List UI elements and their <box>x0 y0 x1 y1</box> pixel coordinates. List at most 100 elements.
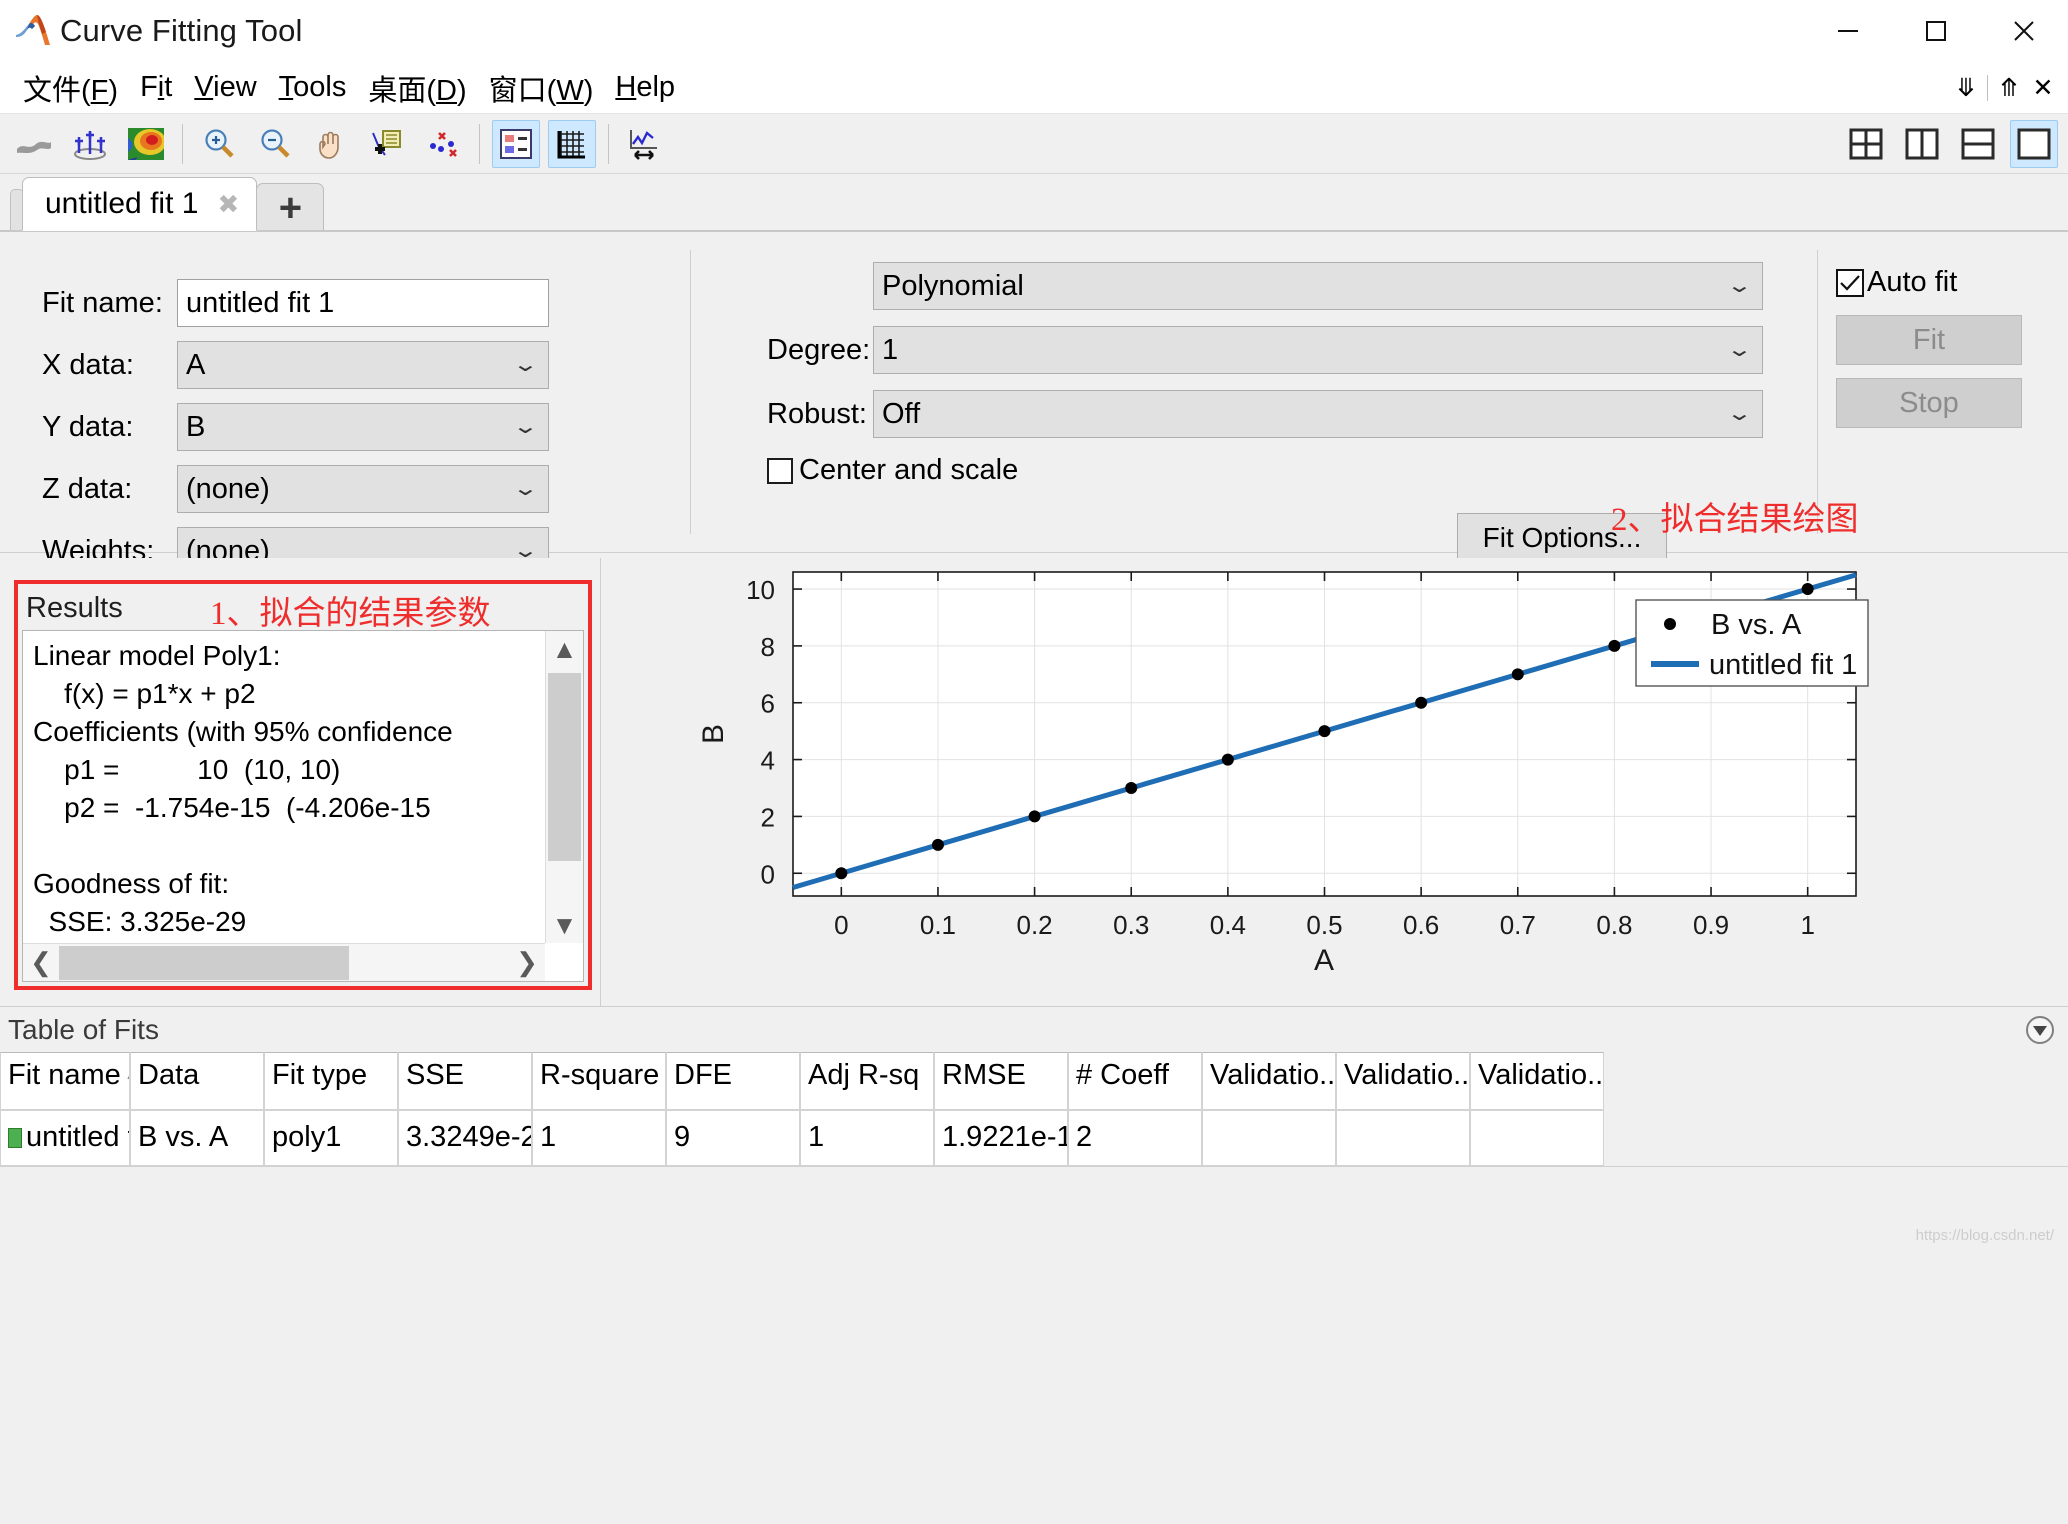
table-cell[interactable]: 1.9221e-15 <box>934 1110 1068 1166</box>
horizontal-scroll-thumb[interactable] <box>59 945 349 980</box>
table-cell[interactable]: poly1 <box>264 1110 398 1166</box>
table-column-header[interactable]: Validatio... <box>1202 1052 1336 1110</box>
zoom-out-icon[interactable] <box>251 120 299 168</box>
chevron-right-icon[interactable]: ❯ <box>509 947 545 978</box>
x-data-select[interactable]: A ⌄ <box>177 341 549 389</box>
fit-type-select[interactable]: Polynomial ⌄ <box>873 262 1763 310</box>
add-fit-tab-button[interactable]: + <box>256 183 325 231</box>
table-cell[interactable] <box>1336 1110 1470 1166</box>
table-of-fits-header: Table of Fits <box>0 1006 2068 1052</box>
fit-button[interactable]: Fit <box>1836 315 2022 365</box>
center-and-scale-checkbox[interactable] <box>767 457 793 484</box>
menu-item-window[interactable]: 窗口(W) <box>478 67 605 109</box>
layout-two-rows-icon[interactable] <box>1954 120 2002 168</box>
contour-plot-icon[interactable] <box>122 120 170 168</box>
x-tick-label: 0.4 <box>1210 910 1246 940</box>
chevron-down-icon[interactable]: ▼ <box>546 907 583 943</box>
table-column-header[interactable]: Validatio... <box>1336 1052 1470 1110</box>
data-cursor-icon[interactable] <box>363 120 411 168</box>
x-data-label: X data: <box>42 348 134 381</box>
table-cell[interactable]: 1 <box>800 1110 934 1166</box>
auto-fit-row[interactable]: Auto fit <box>1836 266 2068 299</box>
minimize-dock-icon[interactable]: ⤋ <box>1949 62 1983 114</box>
table-of-fits: Fit name▲DataFit typeSSER-squareDFEAdj R… <box>0 1052 2068 1166</box>
pan-icon[interactable] <box>307 120 355 168</box>
menu-item-view[interactable]: View <box>183 71 267 104</box>
table-body: untitled f... B vs. A poly1 3.3249e-29 1 9 1 1.… <box>0 1110 2068 1166</box>
results-textarea[interactable]: Linear model Poly1: f(x) = p1*x + p2 Coe… <box>22 630 584 982</box>
fit-name-input[interactable]: untitled fit 1 <box>177 279 549 327</box>
table-column-header[interactable]: R-square <box>532 1052 666 1110</box>
table-cell[interactable]: untitled f... <box>0 1110 130 1166</box>
toolbar <box>0 114 2068 174</box>
table-cell[interactable]: 9 <box>666 1110 800 1166</box>
residuals-plot-icon[interactable] <box>66 120 114 168</box>
robust-select[interactable]: Off ⌄ <box>873 390 1763 438</box>
collapse-down-icon[interactable] <box>2024 1014 2056 1046</box>
table-column-header[interactable]: SSE <box>398 1052 532 1110</box>
table-cell[interactable]: B vs. A <box>130 1110 264 1166</box>
table-cell[interactable]: 3.3249e-29 <box>398 1110 532 1166</box>
table-cell[interactable]: 1 <box>532 1110 666 1166</box>
layout-grid-2x2-icon[interactable] <box>1842 120 1890 168</box>
table-column-header[interactable]: Fit type <box>264 1052 398 1110</box>
menu-item-file[interactable]: 文件(F) <box>12 67 129 109</box>
table-column-header[interactable]: Validatio... <box>1470 1052 1604 1110</box>
close-icon[interactable] <box>1980 0 2068 62</box>
x-tick-label: 0.6 <box>1403 910 1439 940</box>
fit-tab-strip: untitled fit 1 ✖ + <box>0 174 2068 232</box>
table-cell[interactable] <box>1470 1110 1604 1166</box>
data-point <box>1511 668 1524 681</box>
menu-bar: 文件(F) Fit View Tools 桌面(D) 窗口(W) Help ⤋ … <box>0 62 2068 114</box>
watermark-text: https://blog.csdn.net/ <box>1915 1227 2054 1244</box>
maximize-icon[interactable] <box>1892 0 1980 62</box>
chevron-up-icon[interactable]: ▲ <box>546 631 583 667</box>
menu-item-tools[interactable]: Tools <box>268 71 358 104</box>
center-and-scale-row[interactable]: Center and scale <box>767 454 1817 487</box>
menu-item-fit[interactable]: Fit <box>129 71 183 104</box>
z-data-select[interactable]: (none) ⌄ <box>177 465 549 513</box>
table-column-header[interactable]: Adj R-sq <box>800 1052 934 1110</box>
results-annotation-text: 1、拟合的结果参数 <box>210 596 491 632</box>
status-footer: https://blog.csdn.net/ <box>0 1166 2068 1252</box>
table-cell-text: poly1 <box>272 1121 342 1153</box>
table-column-header[interactable]: # Coeff <box>1068 1052 1202 1110</box>
layout-two-columns-icon[interactable] <box>1898 120 1946 168</box>
x-tick-label: 0.5 <box>1306 910 1342 940</box>
zoom-in-icon[interactable] <box>195 120 243 168</box>
layout-single-icon[interactable] <box>2010 120 2058 168</box>
fit-plot-panel[interactable]: 2、拟合结果绘图 0 0.1 0.2 0.3 0.4 0.5 0.6 0.7 0.8 0.9 1 0… <box>600 502 2068 1006</box>
vertical-scroll-thumb[interactable] <box>548 673 581 861</box>
degree-value: 1 <box>882 333 899 366</box>
tab-untitled-fit-1[interactable]: untitled fit 1 ✖ <box>22 177 258 231</box>
auto-fit-checkbox[interactable] <box>1836 268 1864 297</box>
data-point <box>1415 696 1428 709</box>
grid-toggle-icon[interactable] <box>548 119 596 168</box>
table-column-header[interactable]: RMSE <box>934 1052 1068 1110</box>
menu-item-help[interactable]: Help <box>604 71 686 104</box>
minimize-icon[interactable] <box>1804 0 1892 62</box>
legend-toggle-icon[interactable] <box>492 119 540 168</box>
undock-icon[interactable]: ⤊ <box>1992 62 2026 114</box>
table-cell-text: 1 <box>540 1121 557 1153</box>
surface-plot-icon[interactable] <box>10 120 58 168</box>
table-row[interactable]: untitled f... B vs. A poly1 3.3249e-29 1 9 1 1.… <box>0 1110 2068 1166</box>
degree-select[interactable]: 1 ⌄ <box>873 326 1763 374</box>
y-data-select[interactable]: B ⌄ <box>177 403 549 451</box>
chevron-left-icon[interactable]: ❮ <box>23 947 59 978</box>
stop-button[interactable]: Stop <box>1836 378 2022 428</box>
table-cell[interactable] <box>1202 1110 1336 1166</box>
fit-plot-svg[interactable]: 0 0.1 0.2 0.3 0.4 0.5 0.6 0.7 0.8 0.9 1 0246810 A … <box>601 558 2067 1006</box>
menu-item-desktop[interactable]: 桌面(D) <box>357 67 477 109</box>
close-panel-icon[interactable]: ✕ <box>2026 62 2060 114</box>
exclude-outliers-icon[interactable] <box>419 120 467 168</box>
table-column-header[interactable]: Data <box>130 1052 264 1110</box>
table-cell[interactable]: 2 <box>1068 1110 1202 1166</box>
results-horizontal-scrollbar[interactable]: ❮ ❯ <box>23 943 545 981</box>
table-column-header[interactable]: DFE <box>666 1052 800 1110</box>
table-column-header[interactable]: Fit name▲ <box>0 1052 130 1110</box>
axes-limits-icon[interactable] <box>621 120 669 168</box>
results-vertical-scrollbar[interactable]: ▲ ▼ <box>545 631 583 943</box>
close-tab-icon[interactable]: ✖ <box>214 189 242 219</box>
data-point <box>931 838 944 851</box>
